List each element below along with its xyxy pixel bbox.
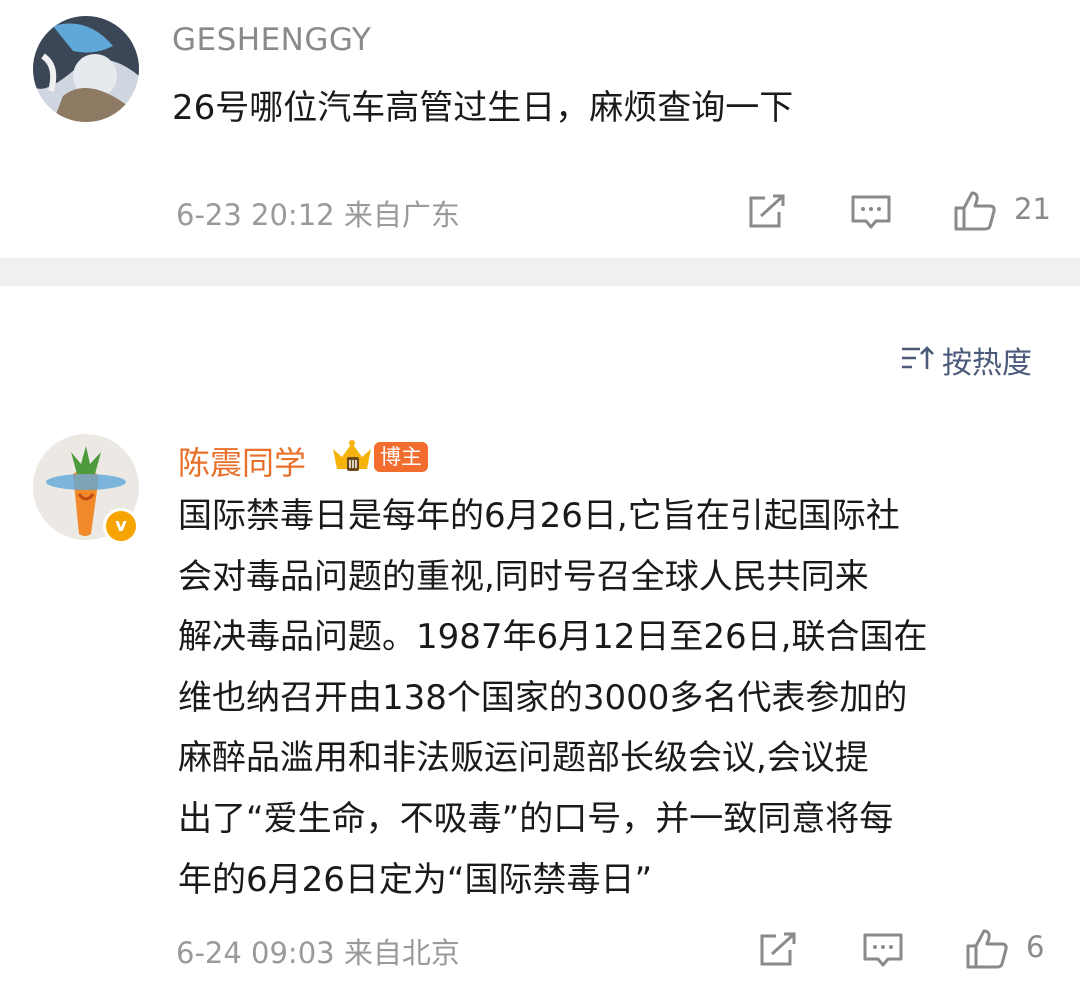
- username[interactable]: 陈震同学: [178, 438, 306, 484]
- comment-icon[interactable]: [862, 932, 904, 970]
- like-count: 6: [1026, 930, 1045, 964]
- comment-meta: 6-23 20:12 来自广东: [176, 198, 460, 232]
- comment-meta: 6-24 09:03 来自北京: [176, 936, 460, 970]
- crown-icon: [330, 439, 374, 473]
- like-icon[interactable]: [953, 190, 997, 232]
- share-icon[interactable]: [758, 932, 798, 968]
- verified-badge: v: [103, 508, 139, 544]
- like-count: 21: [1014, 192, 1051, 226]
- avatar[interactable]: [33, 16, 139, 122]
- section-divider: [0, 258, 1080, 286]
- username[interactable]: GESHENGGY: [172, 22, 371, 58]
- share-icon[interactable]: [747, 194, 787, 230]
- sort-label: 按热度: [942, 346, 1032, 381]
- like-icon[interactable]: [965, 928, 1009, 970]
- comment-icon[interactable]: [850, 194, 892, 232]
- sort-icon: [900, 344, 934, 372]
- blogger-badge: 博主: [374, 442, 428, 472]
- comment-text: 国际禁毒日是每年的6月26日,它旨在引起国际社 会对毒品问题的重视,同时号召全球…: [178, 496, 928, 900]
- comment-text: 26号哪位汽车高管过生日，麻烦查询一下: [172, 88, 794, 128]
